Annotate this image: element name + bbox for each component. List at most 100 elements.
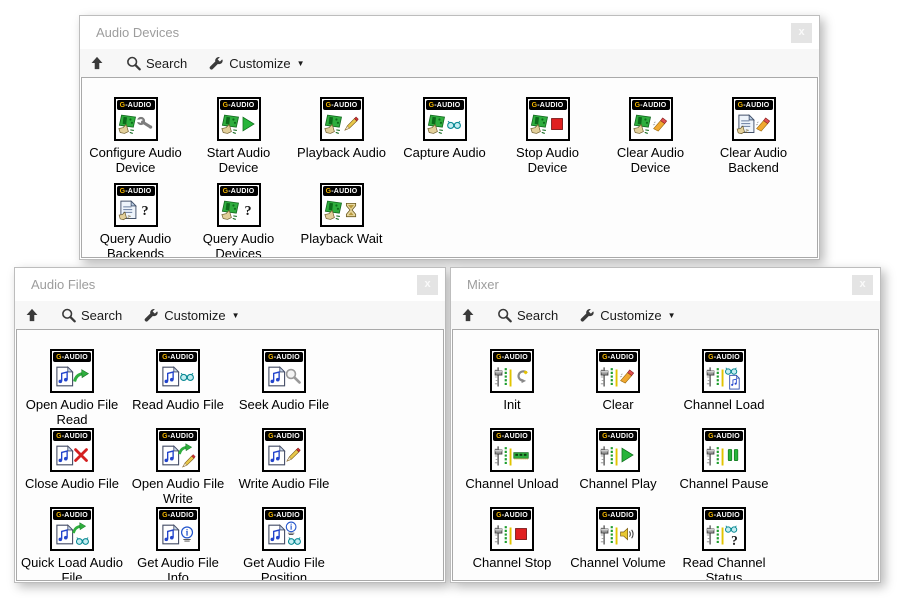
palette-item-label: Configure Audio Device (84, 145, 187, 176)
palette-item-get-audio-file-position[interactable]: G-AUDIOGet Audio File Position (231, 507, 337, 581)
palette-item-query-audio-backends[interactable]: G-AUDIOQuery Audio Backends (84, 183, 187, 258)
palette-item-channel-pause[interactable]: G-AUDIOChannel Pause (671, 428, 777, 507)
toolbar: Search Customize ▼ (451, 301, 880, 329)
up-button[interactable] (25, 308, 39, 322)
palette-content: G-AUDIOOpen Audio File ReadG-AUDIORead A… (16, 329, 444, 581)
g-audio-band: G-AUDIO (159, 352, 197, 362)
close-icon[interactable]: x (791, 23, 812, 43)
open-audio-file-read-icon (53, 363, 91, 390)
palette-item-label: Quick Load Audio File (19, 555, 125, 581)
palette-item-playback-wait[interactable]: G-AUDIO Playback Wait (290, 183, 393, 258)
g-audio-band: G-AUDIO (705, 352, 743, 362)
palette-grid: G-AUDIOConfigure Audio DeviceG-AUDIOStar… (82, 78, 817, 258)
seek-audio-file-icon (265, 363, 303, 390)
palette-item-label: Read Audio File (131, 397, 225, 412)
vi-icon-fader: G-AUDIO (596, 507, 640, 551)
palette-item-label: Get Audio File Position (231, 555, 337, 581)
titlebar[interactable]: Audio Files x (15, 268, 445, 301)
read-audio-file-icon (159, 363, 197, 390)
channel-stop-icon (493, 521, 531, 548)
g-audio-band: G-AUDIO (735, 100, 773, 110)
search-button[interactable]: Search (61, 308, 122, 323)
up-arrow-icon (90, 56, 104, 70)
up-button[interactable] (461, 308, 475, 322)
g-audio-band: G-AUDIO (323, 186, 361, 196)
close-audio-file-icon (53, 442, 91, 469)
start-audio-device-icon (220, 111, 258, 138)
palette-item-channel-load[interactable]: G-AUDIO Channel Load (671, 349, 777, 428)
titlebar[interactable]: Mixer x (451, 268, 880, 301)
palette-item-label: Close Audio File (24, 476, 120, 491)
palette-item-label: Playback Wait (300, 231, 384, 246)
up-button[interactable] (90, 56, 104, 70)
palette-item-label: Init (502, 397, 521, 412)
palette-item-get-audio-file-info[interactable]: G-AUDIOGet Audio File Info (125, 507, 231, 581)
clear-audio-device-icon (632, 111, 670, 138)
wrench-icon (209, 56, 224, 71)
get-audio-file-position-icon (265, 521, 303, 548)
query-audio-backends-icon (117, 197, 155, 224)
palette-item-close-audio-file[interactable]: G-AUDIO Close Audio File (19, 428, 125, 507)
palette-item-query-audio-devices[interactable]: G-AUDIOQuery Audio Devices (187, 183, 290, 258)
palette-item-clear[interactable]: G-AUDIOClear (565, 349, 671, 428)
palette-item-clear-audio-device[interactable]: G-AUDIOClear Audio Device (599, 97, 702, 183)
palette-item-channel-unload[interactable]: G-AUDIOChannel Unload (459, 428, 565, 507)
window-title: Mixer (467, 277, 852, 292)
window-mixer: Mixer x Search Customize ▼ G-AUDIOInitG-… (450, 267, 881, 583)
palette-item-seek-audio-file[interactable]: G-AUDIOSeek Audio File (231, 349, 337, 428)
palette-item-channel-stop[interactable]: G-AUDIOChannel Stop (459, 507, 565, 581)
g-audio-band: G-AUDIO (599, 431, 637, 441)
palette-item-open-audio-file-read[interactable]: G-AUDIOOpen Audio File Read (19, 349, 125, 428)
g-audio-band: G-AUDIO (493, 352, 531, 362)
palette-item-stop-audio-device[interactable]: G-AUDIOStop Audio Device (496, 97, 599, 183)
read-channel-status-icon (705, 521, 743, 548)
customize-button[interactable]: Customize ▼ (144, 308, 239, 323)
get-audio-file-info-icon (159, 521, 197, 548)
palette-item-quick-load-audio-file[interactable]: G-AUDIO Quick Load Audio File (19, 507, 125, 581)
palette-item-label: Start Audio Device (187, 145, 290, 176)
palette-item-init[interactable]: G-AUDIO Init (459, 349, 565, 428)
vi-icon-musicfile: G-AUDIO (262, 428, 306, 472)
channel-load-icon (705, 363, 743, 390)
palette-item-playback-audio[interactable]: G-AUDIOPlayback Audio (290, 97, 393, 183)
close-icon[interactable]: x (417, 275, 438, 295)
palette-item-read-audio-file[interactable]: G-AUDIO Read Audio File (125, 349, 231, 428)
search-button[interactable]: Search (497, 308, 558, 323)
palette-item-read-channel-status[interactable]: G-AUDIORead Channel Status (671, 507, 777, 581)
palette-item-label: Stop Audio Device (496, 145, 599, 176)
chevron-down-icon: ▼ (668, 311, 676, 320)
g-audio-band: G-AUDIO (632, 100, 670, 110)
palette-item-label: Channel Stop (472, 555, 553, 570)
palette-item-channel-volume[interactable]: G-AUDIOChannel Volume (565, 507, 671, 581)
close-icon[interactable]: x (852, 275, 873, 295)
customize-button[interactable]: Customize ▼ (580, 308, 675, 323)
palette-grid: G-AUDIO Init G-AUDIOClear G-AUDIO Channel Lo… (453, 330, 878, 581)
titlebar[interactable]: Audio Devices x (80, 16, 819, 49)
palette-item-label: Open Audio File Read (19, 397, 125, 428)
search-icon (61, 308, 76, 323)
palette-item-channel-play[interactable]: G-AUDIOChannel Play (565, 428, 671, 507)
g-audio-band: G-AUDIO (53, 510, 91, 520)
g-audio-band: G-AUDIO (53, 431, 91, 441)
customize-label: Customize (229, 56, 290, 71)
capture-audio-icon (426, 111, 464, 138)
palette-item-capture-audio[interactable]: G-AUDIOCapture Audio (393, 97, 496, 183)
channel-play-icon (599, 442, 637, 469)
vi-icon-fader: G-AUDIO (702, 428, 746, 472)
search-label: Search (81, 308, 122, 323)
search-button[interactable]: Search (126, 56, 187, 71)
palette-item-write-audio-file[interactable]: G-AUDIOWrite Audio File (231, 428, 337, 507)
vi-icon-fader: G-AUDIO (702, 349, 746, 393)
customize-button[interactable]: Customize ▼ (209, 56, 304, 71)
g-audio-band: G-AUDIO (117, 100, 155, 110)
palette-item-open-audio-file-write[interactable]: G-AUDIOOpen Audio File Write (125, 428, 231, 507)
vi-icon-speaker: G-AUDIO (320, 97, 364, 141)
palette-item-start-audio-device[interactable]: G-AUDIOStart Audio Device (187, 97, 290, 183)
palette-item-label: Channel Load (683, 397, 766, 412)
vi-icon-fader: G-AUDIO (490, 428, 534, 472)
palette-item-clear-audio-backend[interactable]: G-AUDIOClear Audio Backend (702, 97, 805, 183)
g-audio-band: G-AUDIO (117, 186, 155, 196)
g-audio-band: G-AUDIO (705, 510, 743, 520)
chevron-down-icon: ▼ (297, 59, 305, 68)
palette-item-configure-audio-device[interactable]: G-AUDIO Configure Audio Device (84, 97, 187, 183)
